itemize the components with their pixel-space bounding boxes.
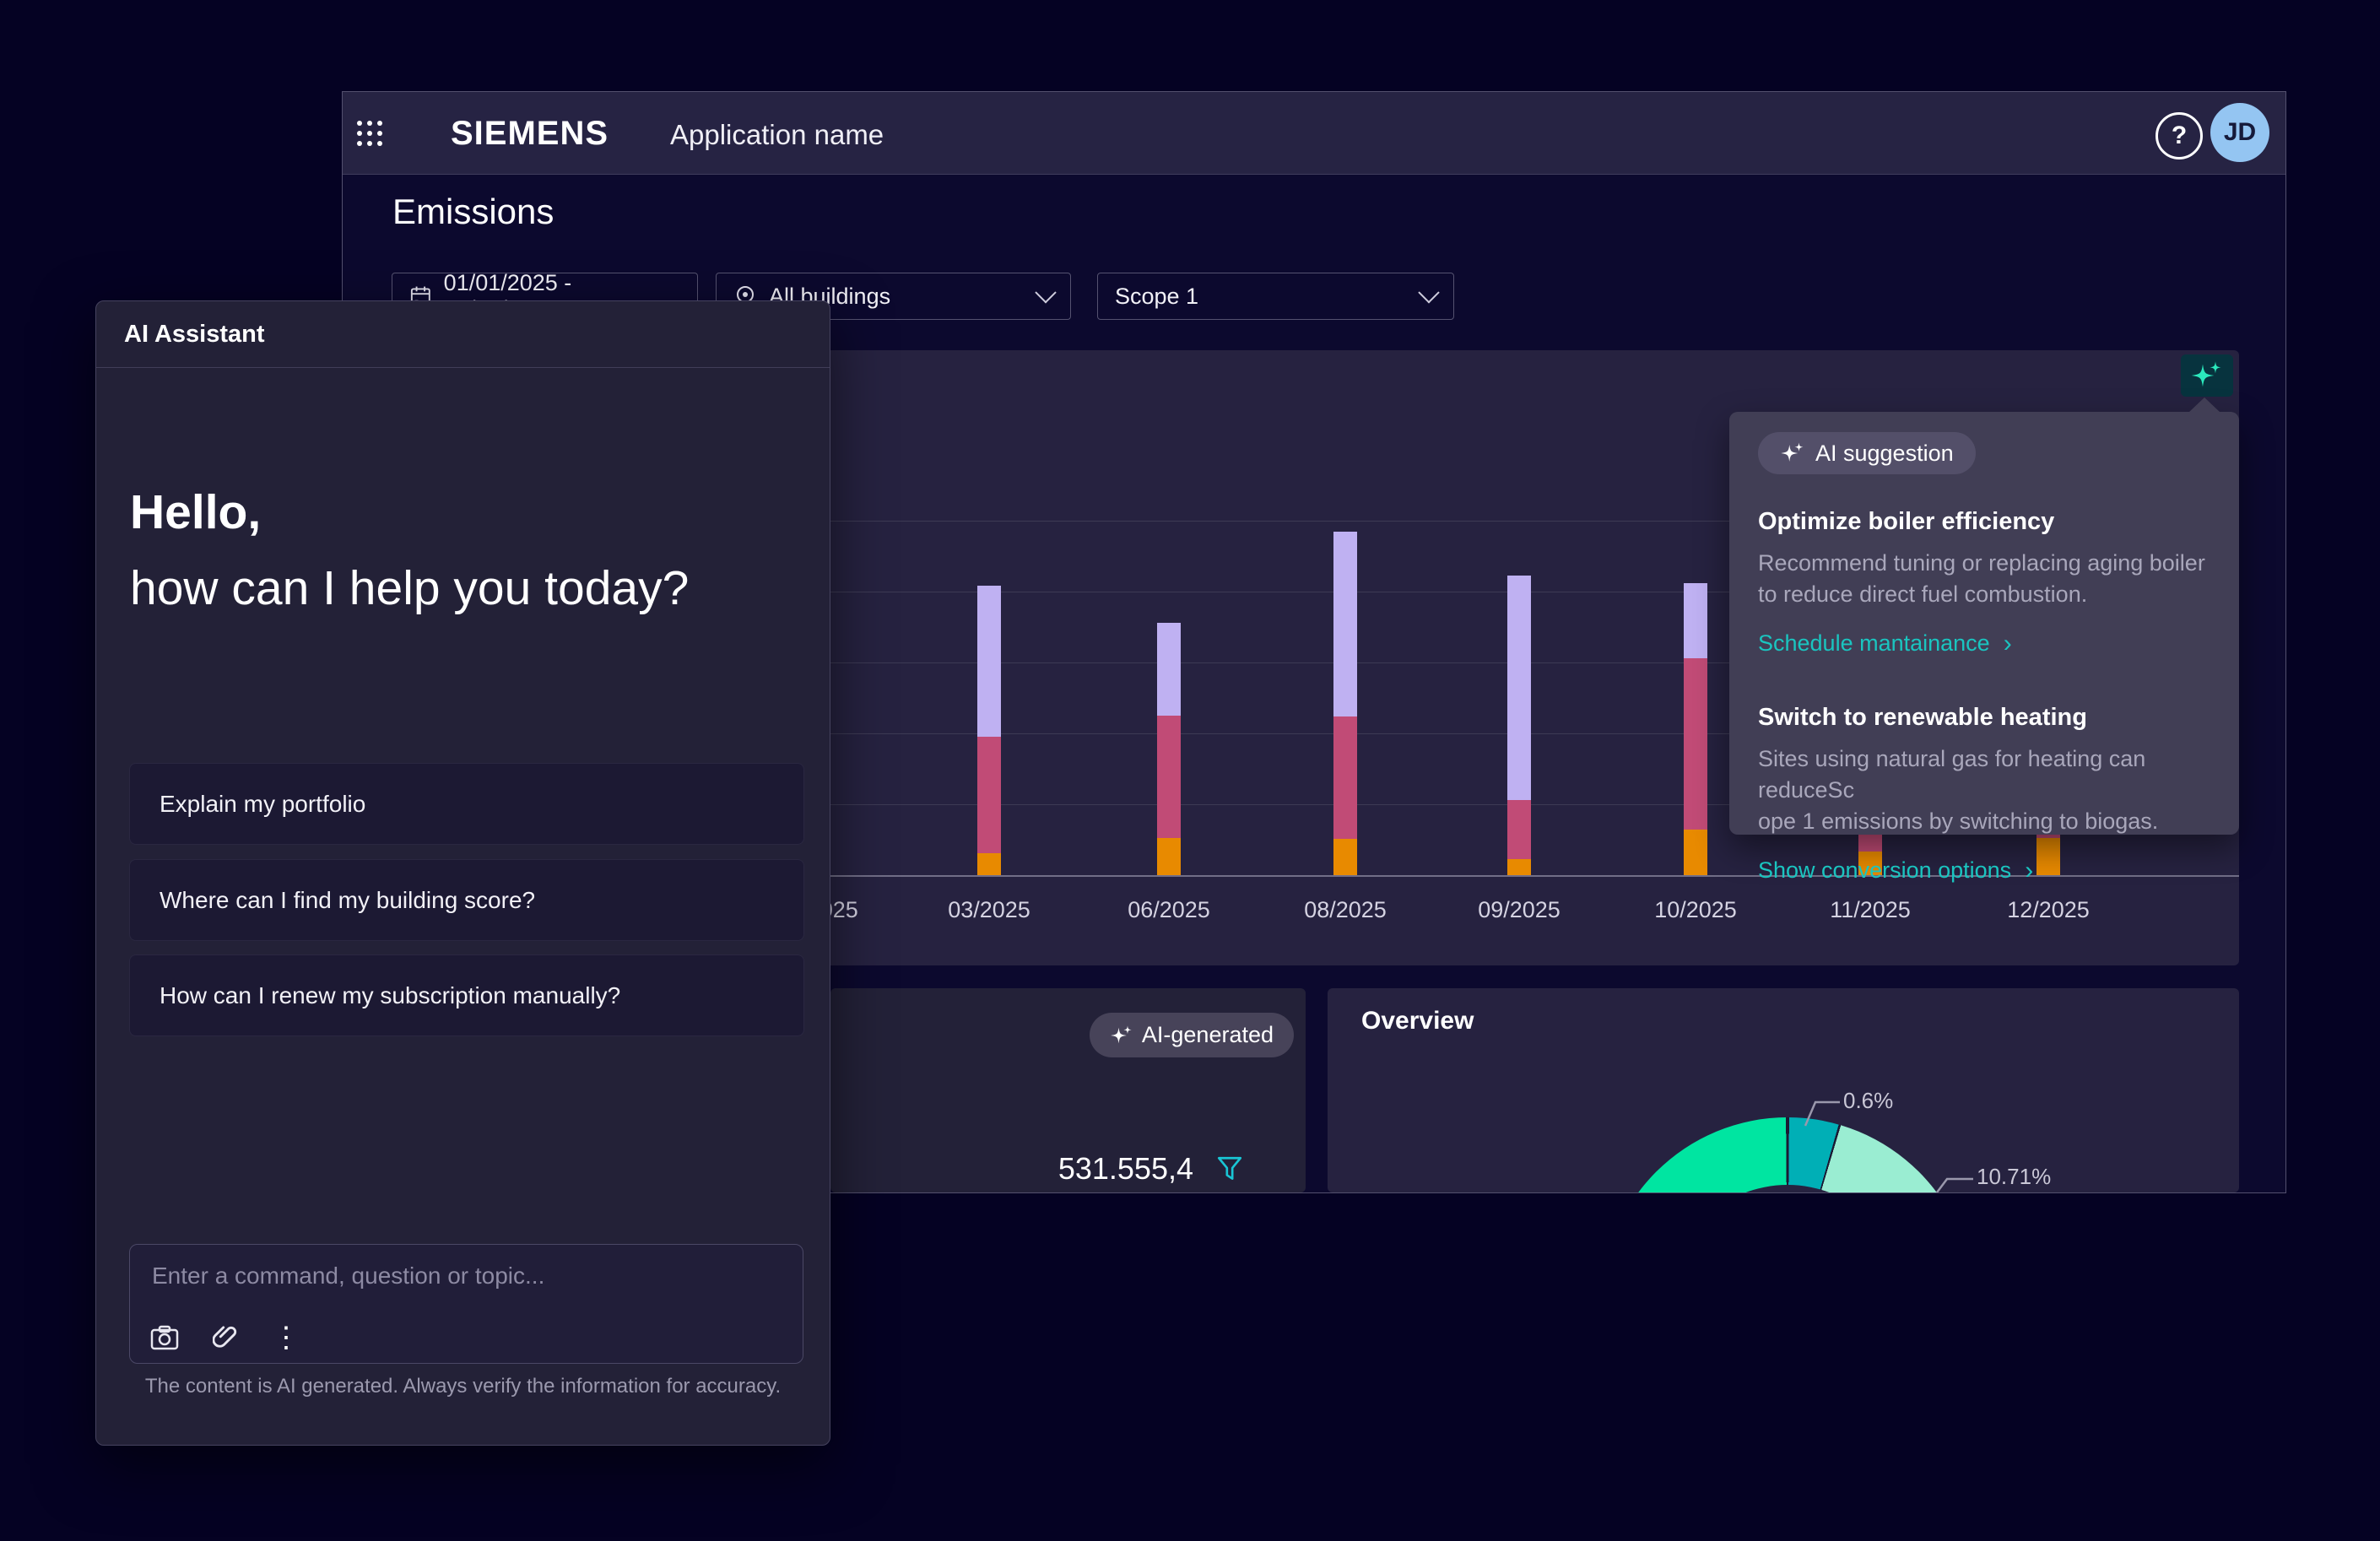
page-title: Emissions	[392, 192, 554, 232]
x-axis-label: 11/2025	[1786, 897, 1955, 923]
donut-callout-label: 0.6%	[1843, 1088, 1893, 1114]
show-conversion-options-link[interactable]: Show conversion options ›	[1758, 857, 2210, 884]
assistant-input-box: ⋮	[129, 1244, 803, 1364]
stacked-bar[interactable]	[1507, 576, 1531, 875]
scope-value: Scope 1	[1115, 284, 1198, 310]
ai-disclaimer: The content is AI generated. Always veri…	[96, 1375, 830, 1398]
suggestion-body: Sites using natural gas for heating can …	[1758, 743, 2210, 837]
more-options-kebab-icon[interactable]: ⋮	[272, 1325, 300, 1350]
x-axis-label: 06/2025	[1085, 897, 1253, 923]
stacked-bar[interactable]	[1333, 532, 1357, 875]
sparkle-icon	[1780, 442, 1805, 464]
suggestion-title: Switch to renewable heating	[1758, 704, 2210, 732]
bar-segment-top	[1684, 583, 1707, 658]
filter-funnel-icon[interactable]	[1215, 1154, 1244, 1183]
metric-value: 531.555,4	[1058, 1151, 1193, 1187]
bar-segment-middle	[1507, 800, 1531, 859]
ai-suggestion-toggle-button[interactable]	[2181, 354, 2233, 397]
x-axis-label: 08/2025	[1261, 897, 1430, 923]
bar-segment-top	[977, 586, 1001, 737]
bar-segment-top	[1333, 532, 1357, 716]
assistant-command-input[interactable]	[150, 1257, 744, 1295]
ai-suggestion-badge: AI suggestion	[1758, 432, 1976, 474]
overview-card: Overview 0.6% 10.71%	[1328, 988, 2239, 1192]
chevron-down-icon	[1418, 282, 1439, 303]
suggestion-body: Recommend tuning or replacing aging boil…	[1758, 548, 2210, 610]
sparkle-icon	[2190, 361, 2224, 390]
assistant-greeting: Hello, how can I help you today?	[130, 474, 689, 626]
greeting-line2: how can I help you today?	[130, 550, 689, 626]
bar-segment-middle	[1333, 716, 1357, 839]
sparkle-icon	[1110, 1025, 1133, 1046]
x-axis-label: 03/2025	[905, 897, 1074, 923]
ai-assistant-title: AI Assistant	[124, 321, 265, 349]
x-axis-label: 10/2025	[1611, 897, 1780, 923]
suggestion-title: Optimize boiler efficiency	[1758, 508, 2210, 536]
help-icon[interactable]: ?	[2156, 112, 2203, 160]
camera-icon[interactable]	[150, 1325, 179, 1350]
chevron-right-icon: ›	[2004, 635, 2012, 652]
bar-segment-middle	[1157, 716, 1181, 838]
bar-segment-top	[1157, 623, 1181, 716]
paperclip-icon[interactable]	[213, 1324, 238, 1351]
stacked-bar[interactable]	[1684, 583, 1707, 875]
ai-assistant-header: AI Assistant	[96, 301, 830, 368]
app-header: SIEMENS Application name ? JD	[343, 92, 2285, 175]
x-axis-label: 09/2025	[1435, 897, 1604, 923]
siemens-logo: SIEMENS	[451, 115, 609, 153]
bar-segment-middle	[1684, 658, 1707, 830]
bar-segment-bottom	[1157, 838, 1181, 875]
user-avatar[interactable]: JD	[2210, 103, 2269, 162]
bar-segment-bottom	[1333, 839, 1357, 875]
bar-segment-bottom	[1684, 830, 1707, 875]
suggestion-chip-building-score[interactable]: Where can I find my building score?	[129, 859, 804, 941]
donut-callout-label: 10.71%	[1977, 1164, 2051, 1190]
metric-card: AI-generated 531.555,4	[830, 988, 1306, 1192]
ai-generated-badge: AI-generated	[1090, 1013, 1294, 1057]
chevron-right-icon: ›	[2025, 862, 2033, 879]
ai-generated-badge-label: AI-generated	[1142, 1022, 1274, 1048]
scope-filter[interactable]: Scope 1	[1097, 273, 1454, 320]
bar-segment-bottom	[1507, 859, 1531, 875]
bar-segment-top	[1507, 576, 1531, 800]
stacked-bar[interactable]	[1157, 623, 1181, 875]
donut-callout-lines	[1328, 988, 2239, 1192]
ai-suggestion-popup: AI suggestion Optimize boiler efficiency…	[1729, 412, 2239, 835]
app-launcher-grid-icon[interactable]	[356, 120, 383, 147]
application-name: Application name	[670, 119, 884, 151]
bar-segment-bottom	[977, 853, 1001, 875]
x-axis-label: 12/2025	[1964, 897, 2133, 923]
stacked-bar[interactable]	[977, 586, 1001, 875]
suggestion-chip-portfolio[interactable]: Explain my portfolio	[129, 763, 804, 845]
bar-segment-middle	[977, 737, 1001, 853]
ai-suggestion-badge-label: AI suggestion	[1815, 441, 1954, 467]
schedule-maintenance-link[interactable]: Schedule mantainance ›	[1758, 630, 2210, 657]
suggestion-chip-subscription[interactable]: How can I renew my subscription manually…	[129, 954, 804, 1036]
ai-assistant-panel: AI Assistant Hello, how can I help you t…	[95, 300, 830, 1446]
popup-caret	[2188, 397, 2220, 413]
greeting-line1: Hello,	[130, 474, 689, 550]
chevron-down-icon	[1035, 282, 1056, 303]
